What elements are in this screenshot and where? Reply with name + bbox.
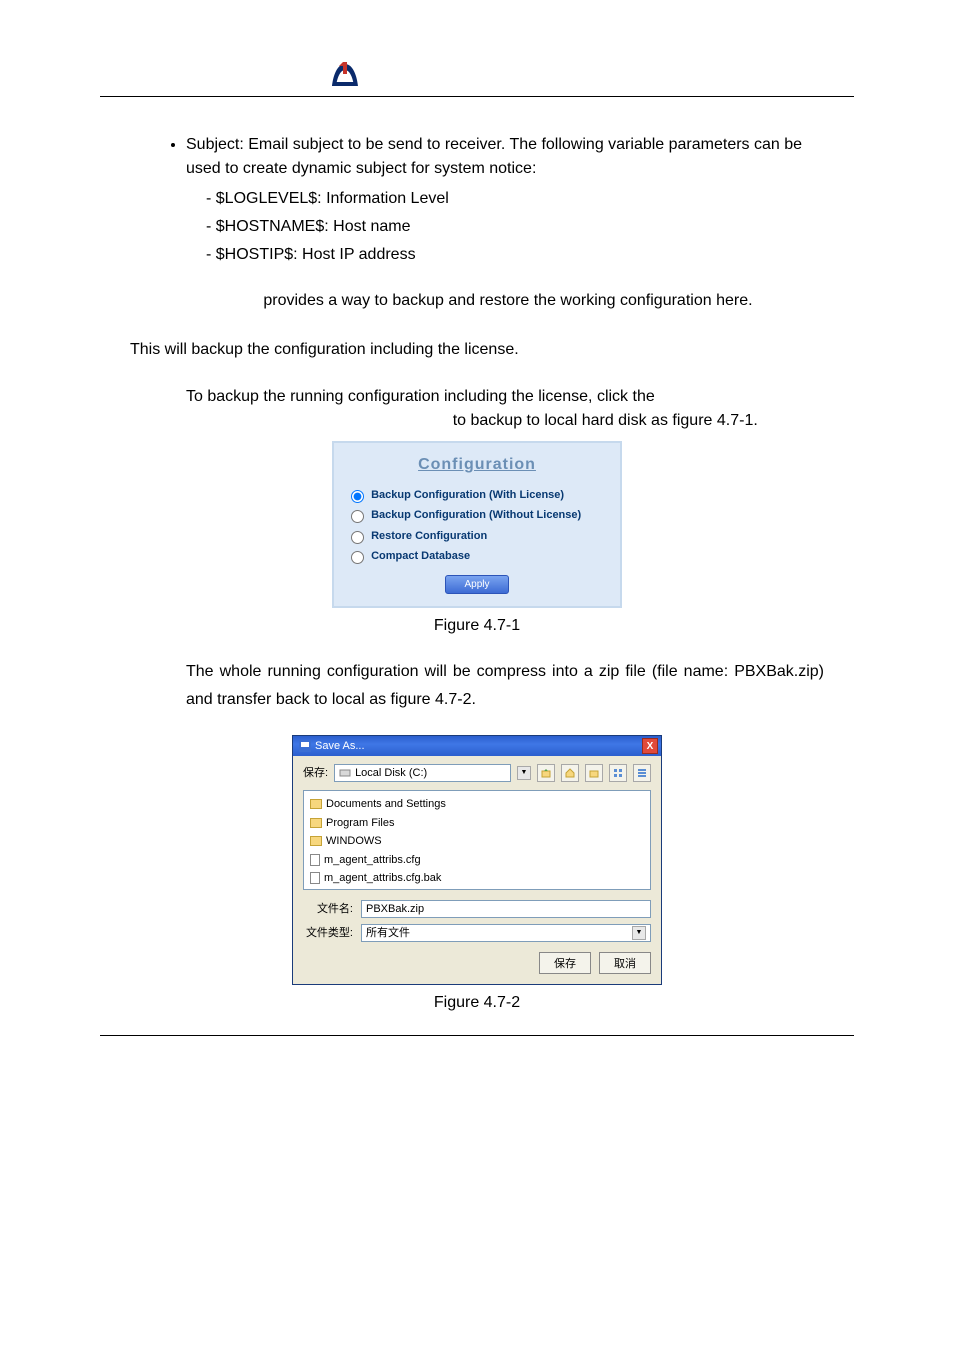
radio-label-without-license: Backup Configuration (Without License) <box>371 509 581 521</box>
file-bak-label: m_agent_attribs.cfg.bak <box>324 870 441 887</box>
home-icon[interactable] <box>561 764 579 782</box>
radio-backup-without-license[interactable]: Backup Configuration (Without License) <box>346 507 608 524</box>
drive-text: Local Disk (C:) <box>355 765 427 782</box>
cancel-button[interactable]: 取消 <box>599 952 651 974</box>
folder-icon <box>310 799 322 809</box>
variable-sublist: $LOGLEVEL$: Information Level $HOSTNAME$… <box>186 187 824 267</box>
radio-label-with-license: Backup Configuration (With License) <box>371 489 564 501</box>
compress-paragraph: The whole running configuration will be … <box>130 658 824 716</box>
filetype-dropdown-arrow[interactable]: ▼ <box>632 926 646 940</box>
filename-label: 文件名: <box>303 901 353 918</box>
backup-license-paragraph: This will backup the configuration inclu… <box>130 336 824 365</box>
folder-windows[interactable]: WINDOWS <box>308 832 646 851</box>
filetype-label: 文件类型: <box>303 925 353 942</box>
radio-input-with-license[interactable] <box>351 490 364 503</box>
header-logo <box>100 60 854 88</box>
drive-icon <box>339 767 351 779</box>
new-folder-icon[interactable] <box>585 764 603 782</box>
folder-pf-label: Program Files <box>326 815 394 832</box>
radio-label-restore: Restore Configuration <box>371 530 487 542</box>
folder-docs-label: Documents and Settings <box>326 796 446 813</box>
file-icon <box>310 854 320 866</box>
view-grid-icon[interactable] <box>609 764 627 782</box>
subject-text: Subject: Email subject to be send to rec… <box>186 136 802 177</box>
radio-input-compact[interactable] <box>351 551 364 564</box>
save-button[interactable]: 保存 <box>539 952 591 974</box>
save-as-title: Save As... <box>315 738 365 755</box>
close-button[interactable]: X <box>642 738 658 754</box>
folder-win-label: WINDOWS <box>326 833 382 850</box>
up-folder-icon[interactable] <box>537 764 555 782</box>
var-hostip: $HOSTIP$: Host IP address <box>206 243 824 267</box>
file-icon <box>310 872 320 884</box>
file-cfg-bak[interactable]: m_agent_attribs.cfg.bak <box>308 869 646 888</box>
var-loglevel: $LOGLEVEL$: Information Level <box>206 187 824 211</box>
filename-input[interactable]: PBXBak.zip <box>361 900 651 918</box>
filename-value: PBXBak.zip <box>366 901 424 918</box>
figure-4-7-1-caption: Figure 4.7-1 <box>130 614 824 638</box>
radio-compact-database[interactable]: Compact Database <box>346 548 608 565</box>
intro-paragraph: provides a way to backup and restore the… <box>130 287 824 316</box>
subject-list: Subject: Email subject to be send to rec… <box>130 133 824 267</box>
folder-program-files[interactable]: Program Files <box>308 814 646 833</box>
radio-input-without-license[interactable] <box>351 510 364 523</box>
folder-documents[interactable]: Documents and Settings <box>308 795 646 814</box>
filetype-select[interactable]: 所有文件 ▼ <box>361 924 651 942</box>
figure-4-7-2-caption: Figure 4.7-2 <box>130 991 824 1015</box>
config-title: Configuration <box>346 453 608 477</box>
apply-button[interactable]: Apply <box>445 575 508 594</box>
file-list-area[interactable]: Documents and Settings Program Files WIN… <box>303 790 651 890</box>
folder-icon <box>310 836 322 846</box>
configuration-panel: Configuration Backup Configuration (With… <box>332 441 622 608</box>
file-cfg[interactable]: m_agent_attribs.cfg <box>308 851 646 870</box>
save-dialog-icon <box>299 740 311 752</box>
var-hostname: $HOSTNAME$: Host name <box>206 215 824 239</box>
folder-icon <box>310 818 322 828</box>
radio-input-restore[interactable] <box>351 531 364 544</box>
savein-dropdown-arrow[interactable]: ▼ <box>517 766 531 780</box>
radio-restore-config[interactable]: Restore Configuration <box>346 528 608 545</box>
file-cfg-label: m_agent_attribs.cfg <box>324 852 421 869</box>
savein-combo[interactable]: Local Disk (C:) <box>334 764 511 782</box>
save-as-dialog: Save As... X 保存: Local Disk (C:) ▼ <box>292 735 662 985</box>
header-rule <box>100 96 854 97</box>
radio-backup-with-license[interactable]: Backup Configuration (With License) <box>346 487 608 504</box>
subject-bullet: Subject: Email subject to be send to rec… <box>186 133 824 267</box>
save-as-titlebar[interactable]: Save As... X <box>293 736 661 756</box>
radio-label-compact: Compact Database <box>371 550 470 562</box>
view-list-icon[interactable] <box>633 764 651 782</box>
backup-instruction-line2: to backup to local hard disk as figure 4… <box>186 409 824 433</box>
logo-icon <box>330 60 360 88</box>
footer-rule <box>100 1035 854 1036</box>
filetype-value: 所有文件 <box>366 925 410 942</box>
backup-instruction-line1: To backup the running configuration incl… <box>186 385 824 409</box>
savein-label: 保存: <box>303 765 328 782</box>
